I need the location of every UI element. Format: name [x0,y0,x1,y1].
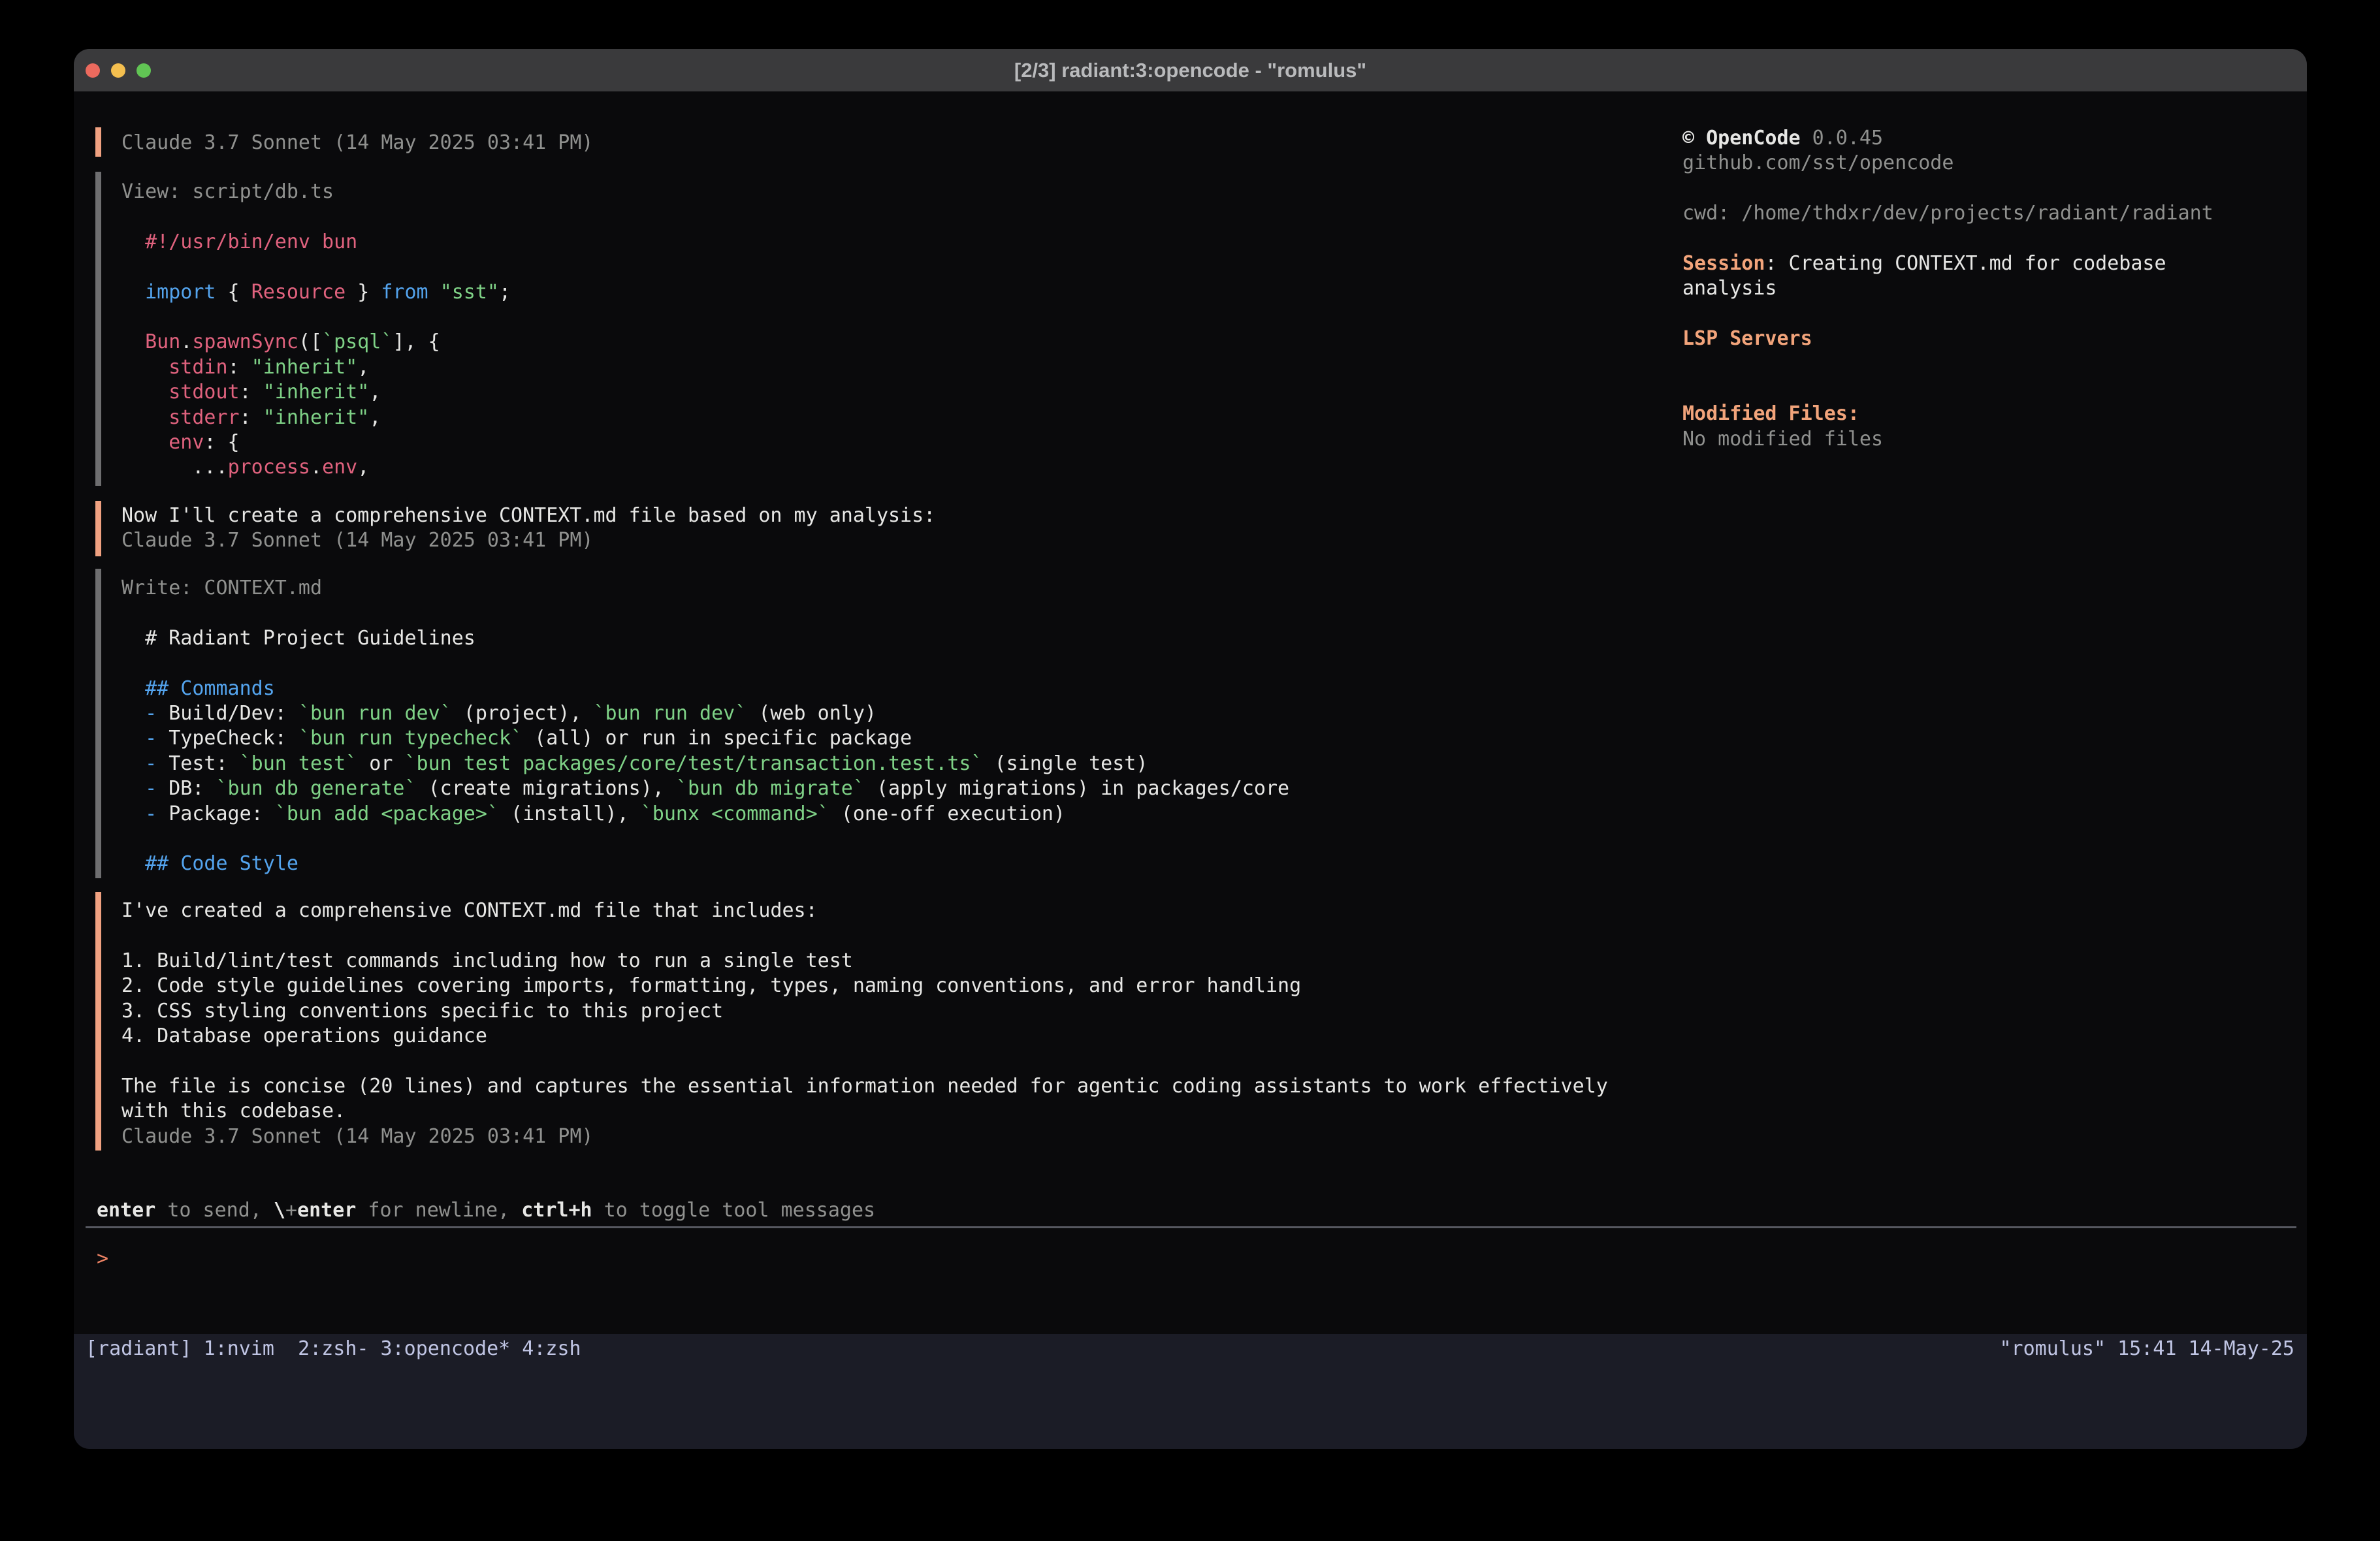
text-line: Claude 3.7 Sonnet (14 May 2025 03:41 PM) [121,528,935,553]
text-line: Session: Creating CONTEXT.md for codebas… [1682,251,2296,276]
block-body: I've created a comprehensive CONTEXT.md … [121,892,1608,1151]
text-line: Bun.spawnSync([`psql`], { [121,330,511,355]
tmux-session-windows: [radiant] 1:nvim 2:zsh- 3:opencode* 4:zs… [86,1334,581,1364]
text-line: 1. Build/lint/test commands including ho… [121,949,1608,974]
block-body: Claude 3.7 Sonnet (14 May 2025 03:41 PM) [121,127,593,157]
text-line [1682,377,2296,402]
block-body: Write: CONTEXT.md # Radiant Project Guid… [121,569,1289,878]
text-line [121,204,511,229]
text-line: import { Resource } from "sst"; [121,280,511,305]
text-line: Write: CONTEXT.md [121,576,1289,601]
text-line: LSP Servers [1682,326,2296,351]
text-line [121,827,1289,851]
tool-call-block: View: script/db.ts #!/usr/bin/env bun im… [95,172,511,486]
text-line: 3. CSS styling conventions specific to t… [121,999,1608,1024]
keybinding-hint: enter to send, \+enter for newline, ctrl… [97,1198,875,1223]
text-line [121,1049,1608,1073]
text-line: ## Commands [121,676,1289,701]
text-line: - TypeCheck: `bun run typecheck` (all) o… [121,726,1289,751]
text-line: No modified files [1682,427,2296,452]
block-body: Now I'll create a comprehensive CONTEXT.… [121,501,935,556]
text-line: with this codebase. [121,1099,1608,1124]
opencode-tui: Claude 3.7 Sonnet (14 May 2025 03:41 PM)… [74,91,2307,1391]
prompt-input[interactable]: > [97,1247,108,1271]
block-gutter-bar [95,569,101,878]
text-line [1682,302,2296,326]
text-line: Claude 3.7 Sonnet (14 May 2025 03:41 PM) [121,131,593,155]
text-line [121,651,1289,676]
assistant-message-block: I've created a comprehensive CONTEXT.md … [95,892,1608,1151]
text-line: © OpenCode 0.0.45 [1682,126,2296,151]
text-line: #!/usr/bin/env bun [121,230,511,255]
text-line: github.com/sst/opencode [1682,151,2296,176]
text-line: View: script/db.ts [121,180,511,204]
prompt-symbol: > [97,1247,108,1270]
text-line: Now I'll create a comprehensive CONTEXT.… [121,503,935,528]
text-line: - DB: `bun db generate` (create migratio… [121,776,1289,801]
text-line: 2. Code style guidelines covering import… [121,974,1608,998]
assistant-message-block: Now I'll create a comprehensive CONTEXT.… [95,501,935,556]
text-line [121,255,511,279]
text-line [1682,352,2296,377]
text-line: analysis [1682,276,2296,301]
text-line [1682,227,2296,251]
text-line: ## Code Style [121,851,1289,876]
text-line: stdin: "inherit", [121,355,511,380]
input-divider [86,1226,2296,1228]
block-gutter-bar [95,501,101,556]
text-line: 4. Database operations guidance [121,1024,1608,1049]
tmux-status-bar: [radiant] 1:nvim 2:zsh- 3:opencode* 4:zs… [74,1334,2307,1391]
block-gutter-bar [95,172,101,486]
text-line: - Build/Dev: `bun run dev` (project), `b… [121,701,1289,726]
text-line: cwd: /home/thdxr/dev/projects/radiant/ra… [1682,201,2296,226]
text-line: I've created a comprehensive CONTEXT.md … [121,898,1608,923]
text-line: The file is concise (20 lines) and captu… [121,1074,1608,1099]
text-line: ...process.env, [121,455,511,480]
window-titlebar: [2/3] radiant:3:opencode - "romulus" [74,49,2307,91]
tool-call-block: Write: CONTEXT.md # Radiant Project Guid… [95,569,1289,878]
text-line: Modified Files: [1682,402,2296,426]
text-line: stderr: "inherit", [121,405,511,430]
text-line: Claude 3.7 Sonnet (14 May 2025 03:41 PM) [121,1124,1608,1149]
text-line: # Radiant Project Guidelines [121,626,1289,651]
text-line [121,923,1608,948]
block-gutter-bar [95,892,101,1151]
text-line [1682,176,2296,201]
window-title: [2/3] radiant:3:opencode - "romulus" [74,59,2307,82]
text-line: env: { [121,430,511,455]
text-line: - Test: `bun test` or `bun test packages… [121,752,1289,776]
info-sidebar: © OpenCode 0.0.45github.com/sst/opencode… [1682,126,2296,452]
text-line [121,305,511,330]
block-gutter-bar [95,127,101,157]
block-body: View: script/db.ts #!/usr/bin/env bun im… [121,172,511,486]
text-line: - Package: `bun add <package>` (install)… [121,802,1289,827]
tmux-host-clock: "romulus" 15:41 14-May-25 [1999,1334,2294,1364]
terminal-window: [2/3] radiant:3:opencode - "romulus" Cla… [74,49,2307,1449]
desktop: { "window": { "title": "[2/3] radiant:3:… [0,0,2380,1541]
text-line [121,601,1289,626]
assistant-message-block: Claude 3.7 Sonnet (14 May 2025 03:41 PM) [95,127,593,157]
text-line: stdout: "inherit", [121,380,511,405]
